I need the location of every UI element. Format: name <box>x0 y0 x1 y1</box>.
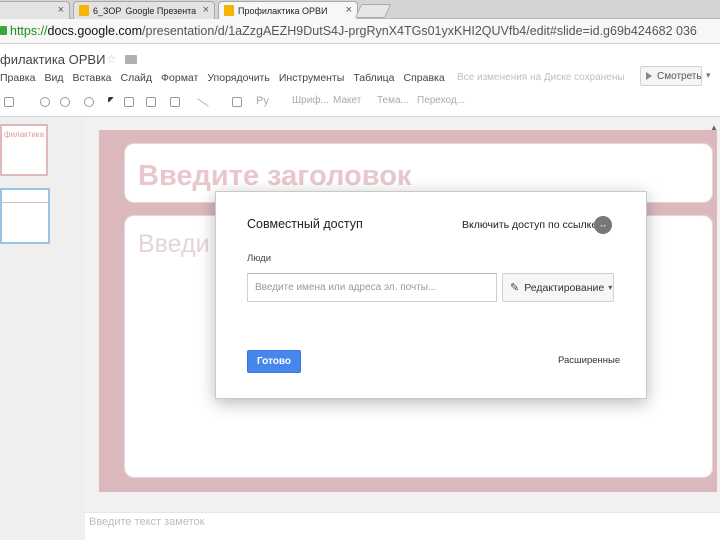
invite-people-input[interactable] <box>247 273 497 302</box>
tab-label: Google Презента <box>125 5 197 16</box>
textbox-icon[interactable] <box>124 97 134 107</box>
url-path: /presentation/d/1aZzgAEZH9DutS4J-prgRynX… <box>142 24 697 38</box>
present-label: Смотреть <box>657 70 702 82</box>
folder-icon[interactable] <box>125 55 137 64</box>
slides-favicon-icon <box>224 5 234 16</box>
slide-thumbnail-1[interactable]: филактика <box>0 124 48 176</box>
people-label: Люди <box>247 253 272 264</box>
slides-favicon-icon <box>79 5 89 16</box>
menu-arrange[interactable]: Упорядочить <box>207 72 269 86</box>
line-icon[interactable] <box>196 98 210 107</box>
close-icon[interactable]: × <box>58 4 64 16</box>
pencil-icon: ✎ <box>510 282 520 294</box>
font-select[interactable]: Шриф... <box>292 95 329 106</box>
notes-placeholder: Введите текст заметок <box>89 516 205 528</box>
menu-view[interactable]: Вид <box>44 72 63 86</box>
undo-icon[interactable] <box>40 97 50 107</box>
menu-edit[interactable]: Правка <box>0 72 35 86</box>
menu-slide[interactable]: Слайд <box>121 72 153 86</box>
shape-icon[interactable] <box>170 97 180 107</box>
image-icon[interactable] <box>146 97 156 107</box>
share-dialog-title: Совместный доступ <box>247 217 363 231</box>
thumbnail-line <box>2 202 48 203</box>
tab-label: Профилактика ОРВИ <box>238 5 328 16</box>
comment-icon[interactable] <box>232 97 242 107</box>
thumbnail-title: филактика <box>4 130 45 139</box>
tab-label: 6_ЗОР <box>93 5 122 16</box>
menu-table[interactable]: Таблица <box>353 72 394 86</box>
browser-tab-zor[interactable]: 6_ЗОР Google Презента × <box>73 1 215 19</box>
present-button[interactable]: Смотреть <box>640 66 702 86</box>
star-icon[interactable]: ☆ <box>106 52 117 66</box>
vertical-scrollbar[interactable]: ▲ <box>708 117 720 512</box>
link-sharing-toggle[interactable]: Включить доступ по ссылке <box>462 219 597 231</box>
save-status: Все изменения на Диске сохранены <box>457 72 625 83</box>
theme-menu[interactable]: Тема... <box>377 95 409 106</box>
menu-insert[interactable]: Вставка <box>72 72 111 86</box>
lock-icon <box>0 26 7 35</box>
browser-tab-strip: × 6_ЗОР Google Презента × Профилактика О… <box>0 0 720 19</box>
new-slide-icon[interactable] <box>4 97 14 107</box>
address-bar[interactable]: https://docs.google.com/presentation/d/1… <box>0 19 720 44</box>
permission-label: Редактирование <box>524 281 605 294</box>
browser-tab-orvi[interactable]: Профилактика ОРВИ × <box>218 1 358 19</box>
new-tab-button[interactable] <box>354 4 392 18</box>
menu-bar: Правка Вид Вставка Слайд Формат Упорядоч… <box>0 72 454 86</box>
font-icon[interactable]: Ру <box>256 95 269 107</box>
menu-format[interactable]: Формат <box>161 72 198 86</box>
layout-menu[interactable]: Макет <box>333 95 361 106</box>
url-scheme: https:// <box>10 24 48 38</box>
menu-tools[interactable]: Инструменты <box>279 72 344 86</box>
play-icon <box>646 72 652 80</box>
chevron-down-icon: ▾ <box>608 283 613 292</box>
menu-help[interactable]: Справка <box>404 72 445 86</box>
permission-dropdown[interactable]: ✎ Редактирование ▾ <box>502 273 614 302</box>
close-icon[interactable]: × <box>346 4 352 16</box>
browser-tab-previous[interactable]: × <box>0 1 70 19</box>
chevron-down-icon[interactable]: ▾ <box>706 70 711 81</box>
cursor-icon[interactable] <box>108 97 114 103</box>
close-icon[interactable]: × <box>203 4 209 16</box>
toolbar: Ру Шриф... Макет Тема... Переход... <box>0 92 720 114</box>
link-icon[interactable]: ⇔ <box>594 216 612 234</box>
slide-thumbnail-2[interactable] <box>0 188 50 244</box>
title-placeholder: Введите заголовок <box>138 160 412 192</box>
transition-menu[interactable]: Переход... <box>417 95 465 106</box>
body-placeholder: Введи <box>138 230 210 258</box>
slide-filmstrip <box>0 117 85 540</box>
advanced-settings-link[interactable]: Расширенные <box>558 355 620 366</box>
url-host: docs.google.com <box>47 24 143 38</box>
print-icon[interactable] <box>60 97 70 107</box>
url-text[interactable]: https://docs.google.com/presentation/d/1… <box>10 24 697 38</box>
scroll-up-icon[interactable]: ▲ <box>710 123 718 132</box>
zoom-icon[interactable] <box>84 97 94 107</box>
done-button[interactable]: Готово <box>247 350 301 373</box>
document-title[interactable]: филактика ОРВИ <box>0 52 105 67</box>
